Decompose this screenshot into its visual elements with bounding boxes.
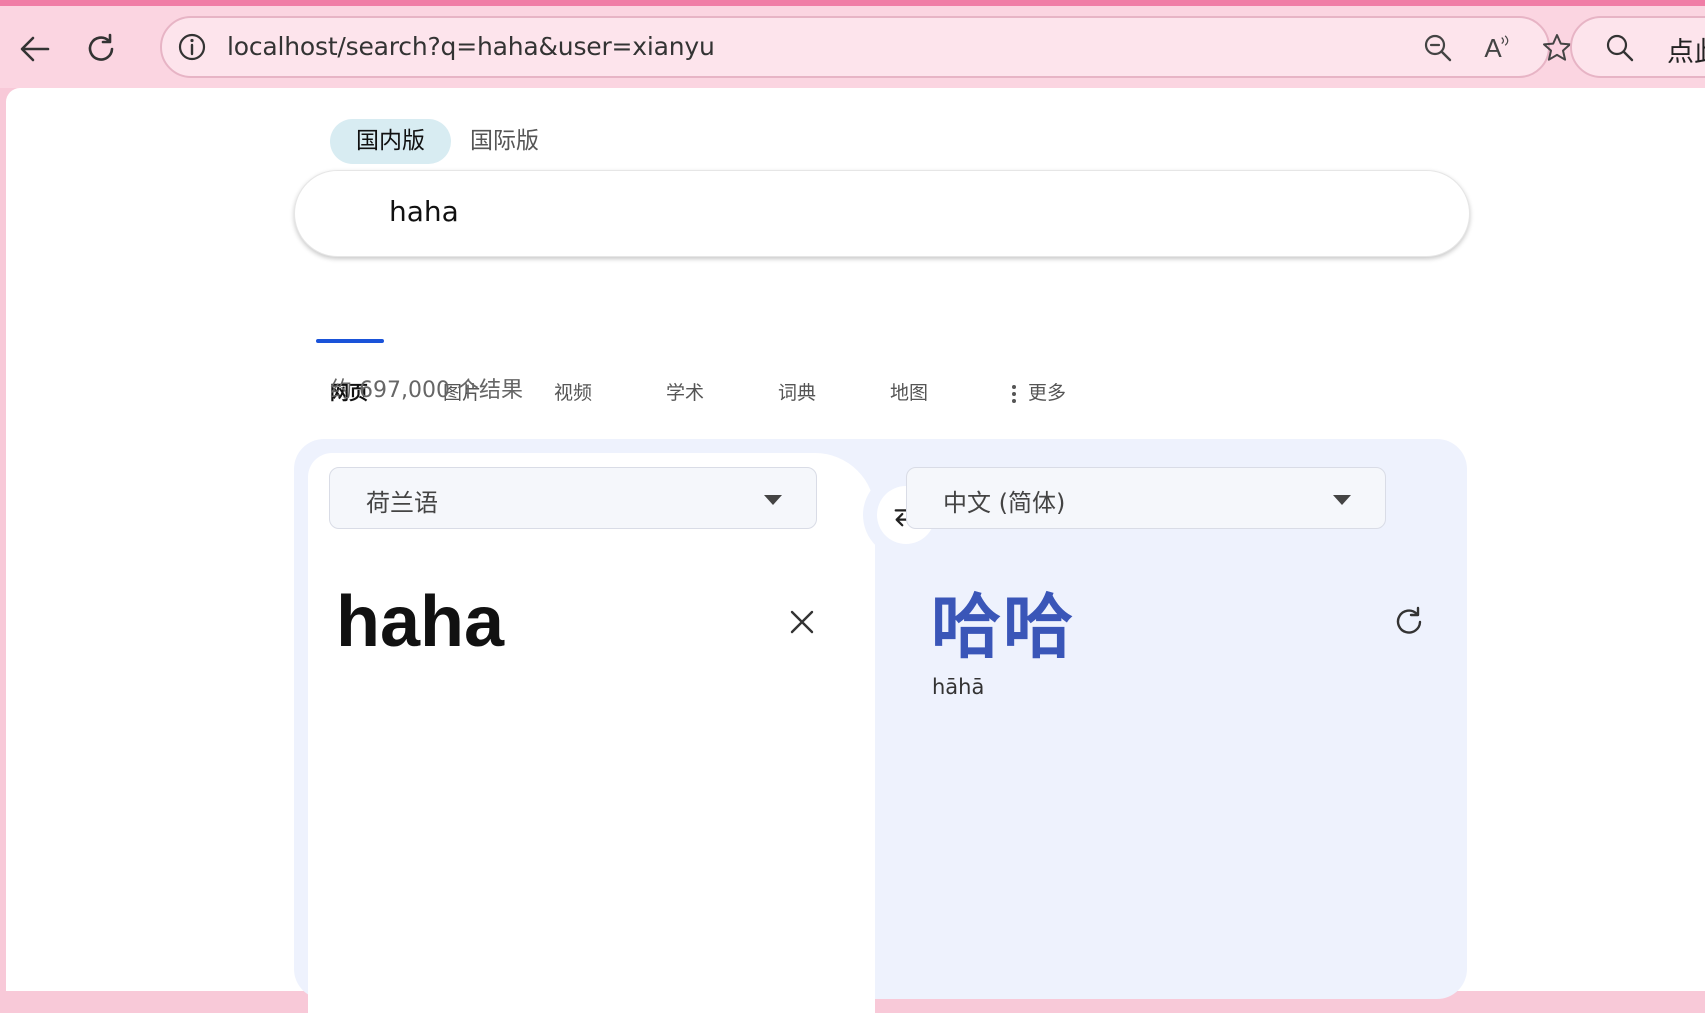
site-info-icon[interactable] xyxy=(176,31,208,63)
zoom-out-button[interactable] xyxy=(1420,30,1456,66)
reload-icon xyxy=(88,33,114,61)
source-pane xyxy=(308,453,875,1013)
browser-search-box[interactable]: 点此 xyxy=(1570,16,1705,78)
source-language-select[interactable]: 荷兰语 xyxy=(329,467,817,529)
browser-toolbar: localhost/search?q=haha&user=xianyu A 点此 xyxy=(0,6,1705,88)
tab-videos[interactable]: 视频 xyxy=(554,378,592,405)
url-text[interactable]: localhost/search?q=haha&user=xianyu xyxy=(227,32,715,61)
edition-tab-domestic[interactable]: 国内版 xyxy=(330,119,451,164)
tab-maps[interactable]: 地图 xyxy=(890,378,928,405)
chevron-down-icon xyxy=(764,495,782,505)
refresh-icon[interactable] xyxy=(1391,604,1427,640)
zoom-out-icon xyxy=(1424,34,1452,62)
target-language-select[interactable]: 中文 (简体) xyxy=(906,467,1386,529)
address-bar[interactable]: localhost/search?q=haha&user=xianyu A xyxy=(160,16,1571,78)
search-input[interactable]: haha xyxy=(389,195,459,228)
source-text-input[interactable]: haha xyxy=(336,581,504,663)
back-button[interactable] xyxy=(10,24,60,74)
tab-more-label: 更多 xyxy=(1028,382,1067,404)
more-dots-icon xyxy=(1012,382,1018,406)
edition-tab-international[interactable]: 国际版 xyxy=(444,119,565,164)
read-aloud-button[interactable]: A xyxy=(1480,30,1516,66)
target-language-label: 中文 (简体) xyxy=(943,489,1066,517)
search-box[interactable]: haha xyxy=(294,170,1470,257)
page-content: 国内版 国际版 haha 网页 图片 视频 学术 词典 地图 更多 约 697,… xyxy=(6,88,1705,1013)
tab-more[interactable]: 更多 xyxy=(1012,378,1066,406)
tab-academic[interactable]: 学术 xyxy=(666,378,704,405)
search-icon xyxy=(1606,34,1634,62)
reload-button[interactable] xyxy=(76,24,126,74)
chevron-down-icon xyxy=(1333,495,1351,505)
arrow-left-icon xyxy=(20,36,50,62)
star-icon xyxy=(1543,34,1571,61)
active-tab-underline xyxy=(316,339,384,343)
translation-output: 哈哈 xyxy=(931,586,1075,668)
result-count: 约 697,000 个结果 xyxy=(330,378,523,403)
pinyin-text: hāhā xyxy=(932,675,985,699)
clear-icon[interactable] xyxy=(784,604,820,640)
source-language-label: 荷兰语 xyxy=(366,489,438,517)
translator-card: 荷兰语 中文 (简体) haha 哈哈 hāhā xyxy=(294,439,1467,1013)
sound-waves-icon xyxy=(1500,35,1508,46)
tab-dictionary[interactable]: 词典 xyxy=(778,378,816,405)
browser-search-text[interactable]: 点此 xyxy=(1667,30,1705,69)
